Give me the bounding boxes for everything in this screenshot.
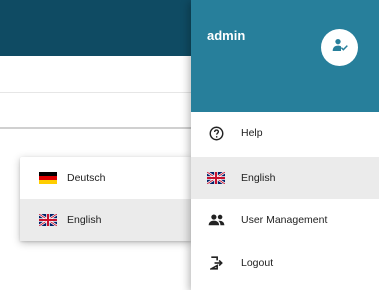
avatar[interactable] (321, 29, 358, 66)
user-menu-header: admin (191, 0, 379, 112)
language-option-english[interactable]: English (20, 199, 192, 241)
language-option-deutsch[interactable]: Deutsch (20, 157, 192, 199)
uk-flag-icon (39, 214, 57, 226)
menu-item-language[interactable]: English (191, 157, 379, 199)
menu-item-label: User Management (241, 214, 328, 226)
menu-item-label: English (241, 172, 276, 184)
users-icon (207, 211, 225, 229)
menu-item-help[interactable]: Help (191, 112, 379, 154)
user-menu: admin Help English User Management Logou… (191, 0, 379, 290)
menu-item-label: Logout (241, 257, 274, 269)
menu-item-user-management[interactable]: User Management (191, 199, 379, 241)
language-submenu: Deutsch English (20, 157, 192, 241)
user-check-icon (332, 38, 348, 57)
username: admin (207, 28, 246, 43)
uk-flag-icon (207, 169, 225, 187)
menu-item-label: Help (241, 127, 263, 139)
german-flag-icon (39, 172, 57, 184)
language-option-label: English (67, 214, 102, 226)
help-circle-icon (207, 124, 225, 142)
logout-icon (207, 254, 225, 272)
menu-item-logout[interactable]: Logout (191, 242, 379, 284)
language-option-label: Deutsch (67, 172, 106, 184)
